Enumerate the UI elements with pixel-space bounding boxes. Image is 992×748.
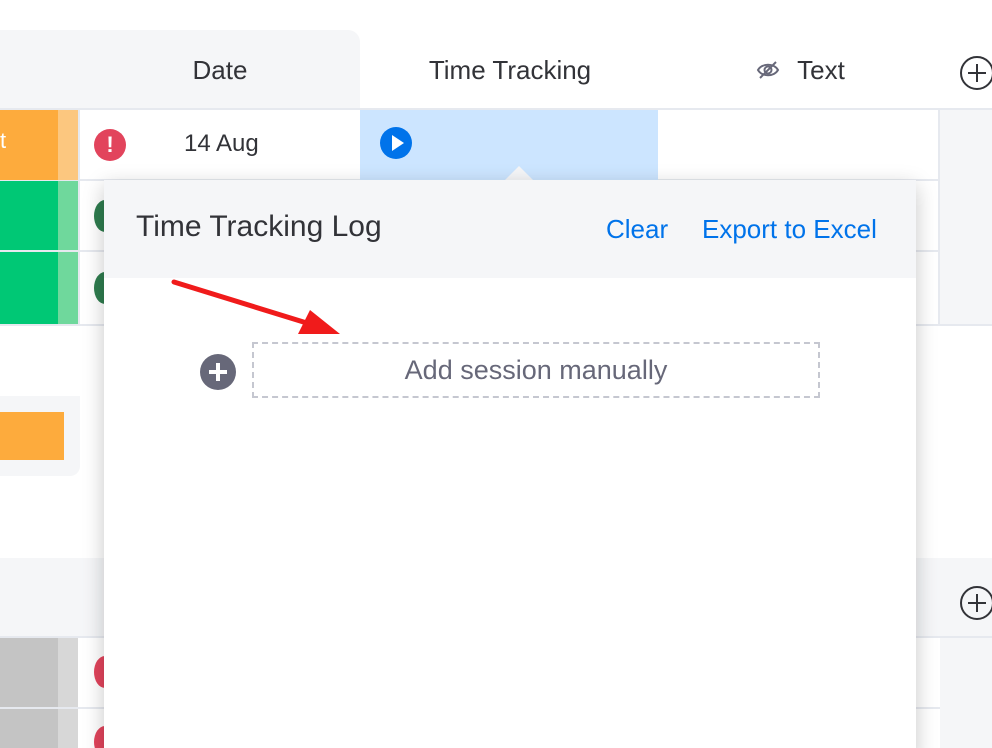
status-cell-green[interactable] xyxy=(0,181,58,250)
status-label-fragment: t xyxy=(0,128,7,153)
status-cell-green[interactable] xyxy=(0,252,58,324)
empty-column-cells xyxy=(940,638,992,748)
column-header-date[interactable]: Date xyxy=(80,52,360,88)
status-cell-edge xyxy=(58,110,78,180)
empty-column-cells xyxy=(940,110,992,324)
column-header-text[interactable]: Text xyxy=(660,52,940,88)
date-cell-value[interactable]: 14 Aug xyxy=(184,130,259,158)
status-cell-edge xyxy=(58,181,78,250)
status-cell-edge xyxy=(58,252,78,324)
play-icon[interactable] xyxy=(380,127,412,159)
add-session-manually-button[interactable]: Add session manually xyxy=(252,342,820,398)
popup-title: Time Tracking Log xyxy=(136,210,382,243)
column-header-time-tracking[interactable]: Time Tracking xyxy=(360,52,660,88)
red-arrow-annotation xyxy=(171,279,340,334)
status-cell-edge xyxy=(58,709,78,748)
clear-button[interactable]: Clear xyxy=(606,214,668,245)
column-divider xyxy=(78,110,80,324)
exclamation-icon: ! xyxy=(94,129,126,161)
add-column-icon[interactable] xyxy=(960,56,992,90)
time-tracking-log-popup: Time Tracking Log Clear Export to Excel … xyxy=(104,180,916,748)
add-column-icon[interactable] xyxy=(960,586,992,620)
status-cell-orange[interactable] xyxy=(0,110,58,180)
summary-status-bar xyxy=(0,412,64,460)
column-header-text-label: Text xyxy=(797,55,845,85)
status-cell-edge xyxy=(58,638,78,707)
export-to-excel-button[interactable]: Export to Excel xyxy=(702,214,877,245)
eye-slash-icon xyxy=(757,61,780,79)
status-cell-gray[interactable] xyxy=(0,638,58,707)
status-cell-gray[interactable] xyxy=(0,709,58,748)
add-session-plus-icon[interactable] xyxy=(200,354,236,390)
